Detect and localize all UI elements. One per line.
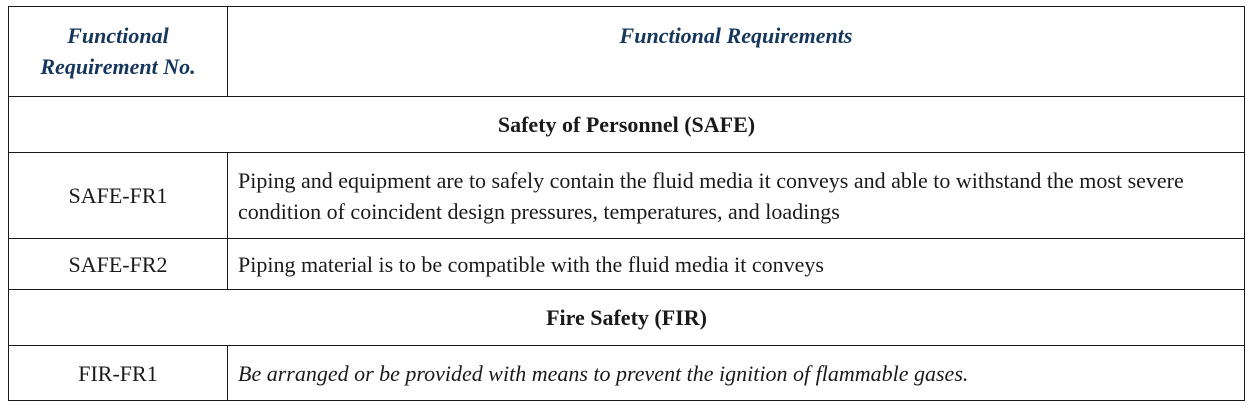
table-row: SAFE-FR2 Piping material is to be compat…	[8, 238, 1245, 290]
header-functional-requirements: Functional Requirements	[227, 6, 1245, 97]
requirement-text: Piping and equipment are to safely conta…	[227, 152, 1245, 239]
requirement-id: FIR-FR1	[8, 345, 228, 401]
requirement-text: Piping material is to be compatible with…	[227, 238, 1245, 290]
requirement-id: SAFE-FR1	[8, 152, 228, 239]
table-header-row: Functional Requirement No. Functional Re…	[8, 6, 1245, 97]
functional-requirements-table: Functional Requirement No. Functional Re…	[8, 6, 1245, 401]
table-row: FIR-FR1 Be arranged or be provided with …	[8, 345, 1245, 401]
header-requirement-no: Functional Requirement No.	[8, 6, 228, 97]
section-title-safe: Safety of Personnel (SAFE)	[8, 96, 1245, 153]
table-row: SAFE-FR1 Piping and equipment are to saf…	[8, 152, 1245, 239]
section-title-fir: Fire Safety (FIR)	[8, 289, 1245, 346]
requirement-text: Be arranged or be provided with means to…	[227, 345, 1245, 401]
section-row-fir: Fire Safety (FIR)	[8, 289, 1245, 346]
section-row-safe: Safety of Personnel (SAFE)	[8, 96, 1245, 153]
requirement-id: SAFE-FR2	[8, 238, 228, 290]
